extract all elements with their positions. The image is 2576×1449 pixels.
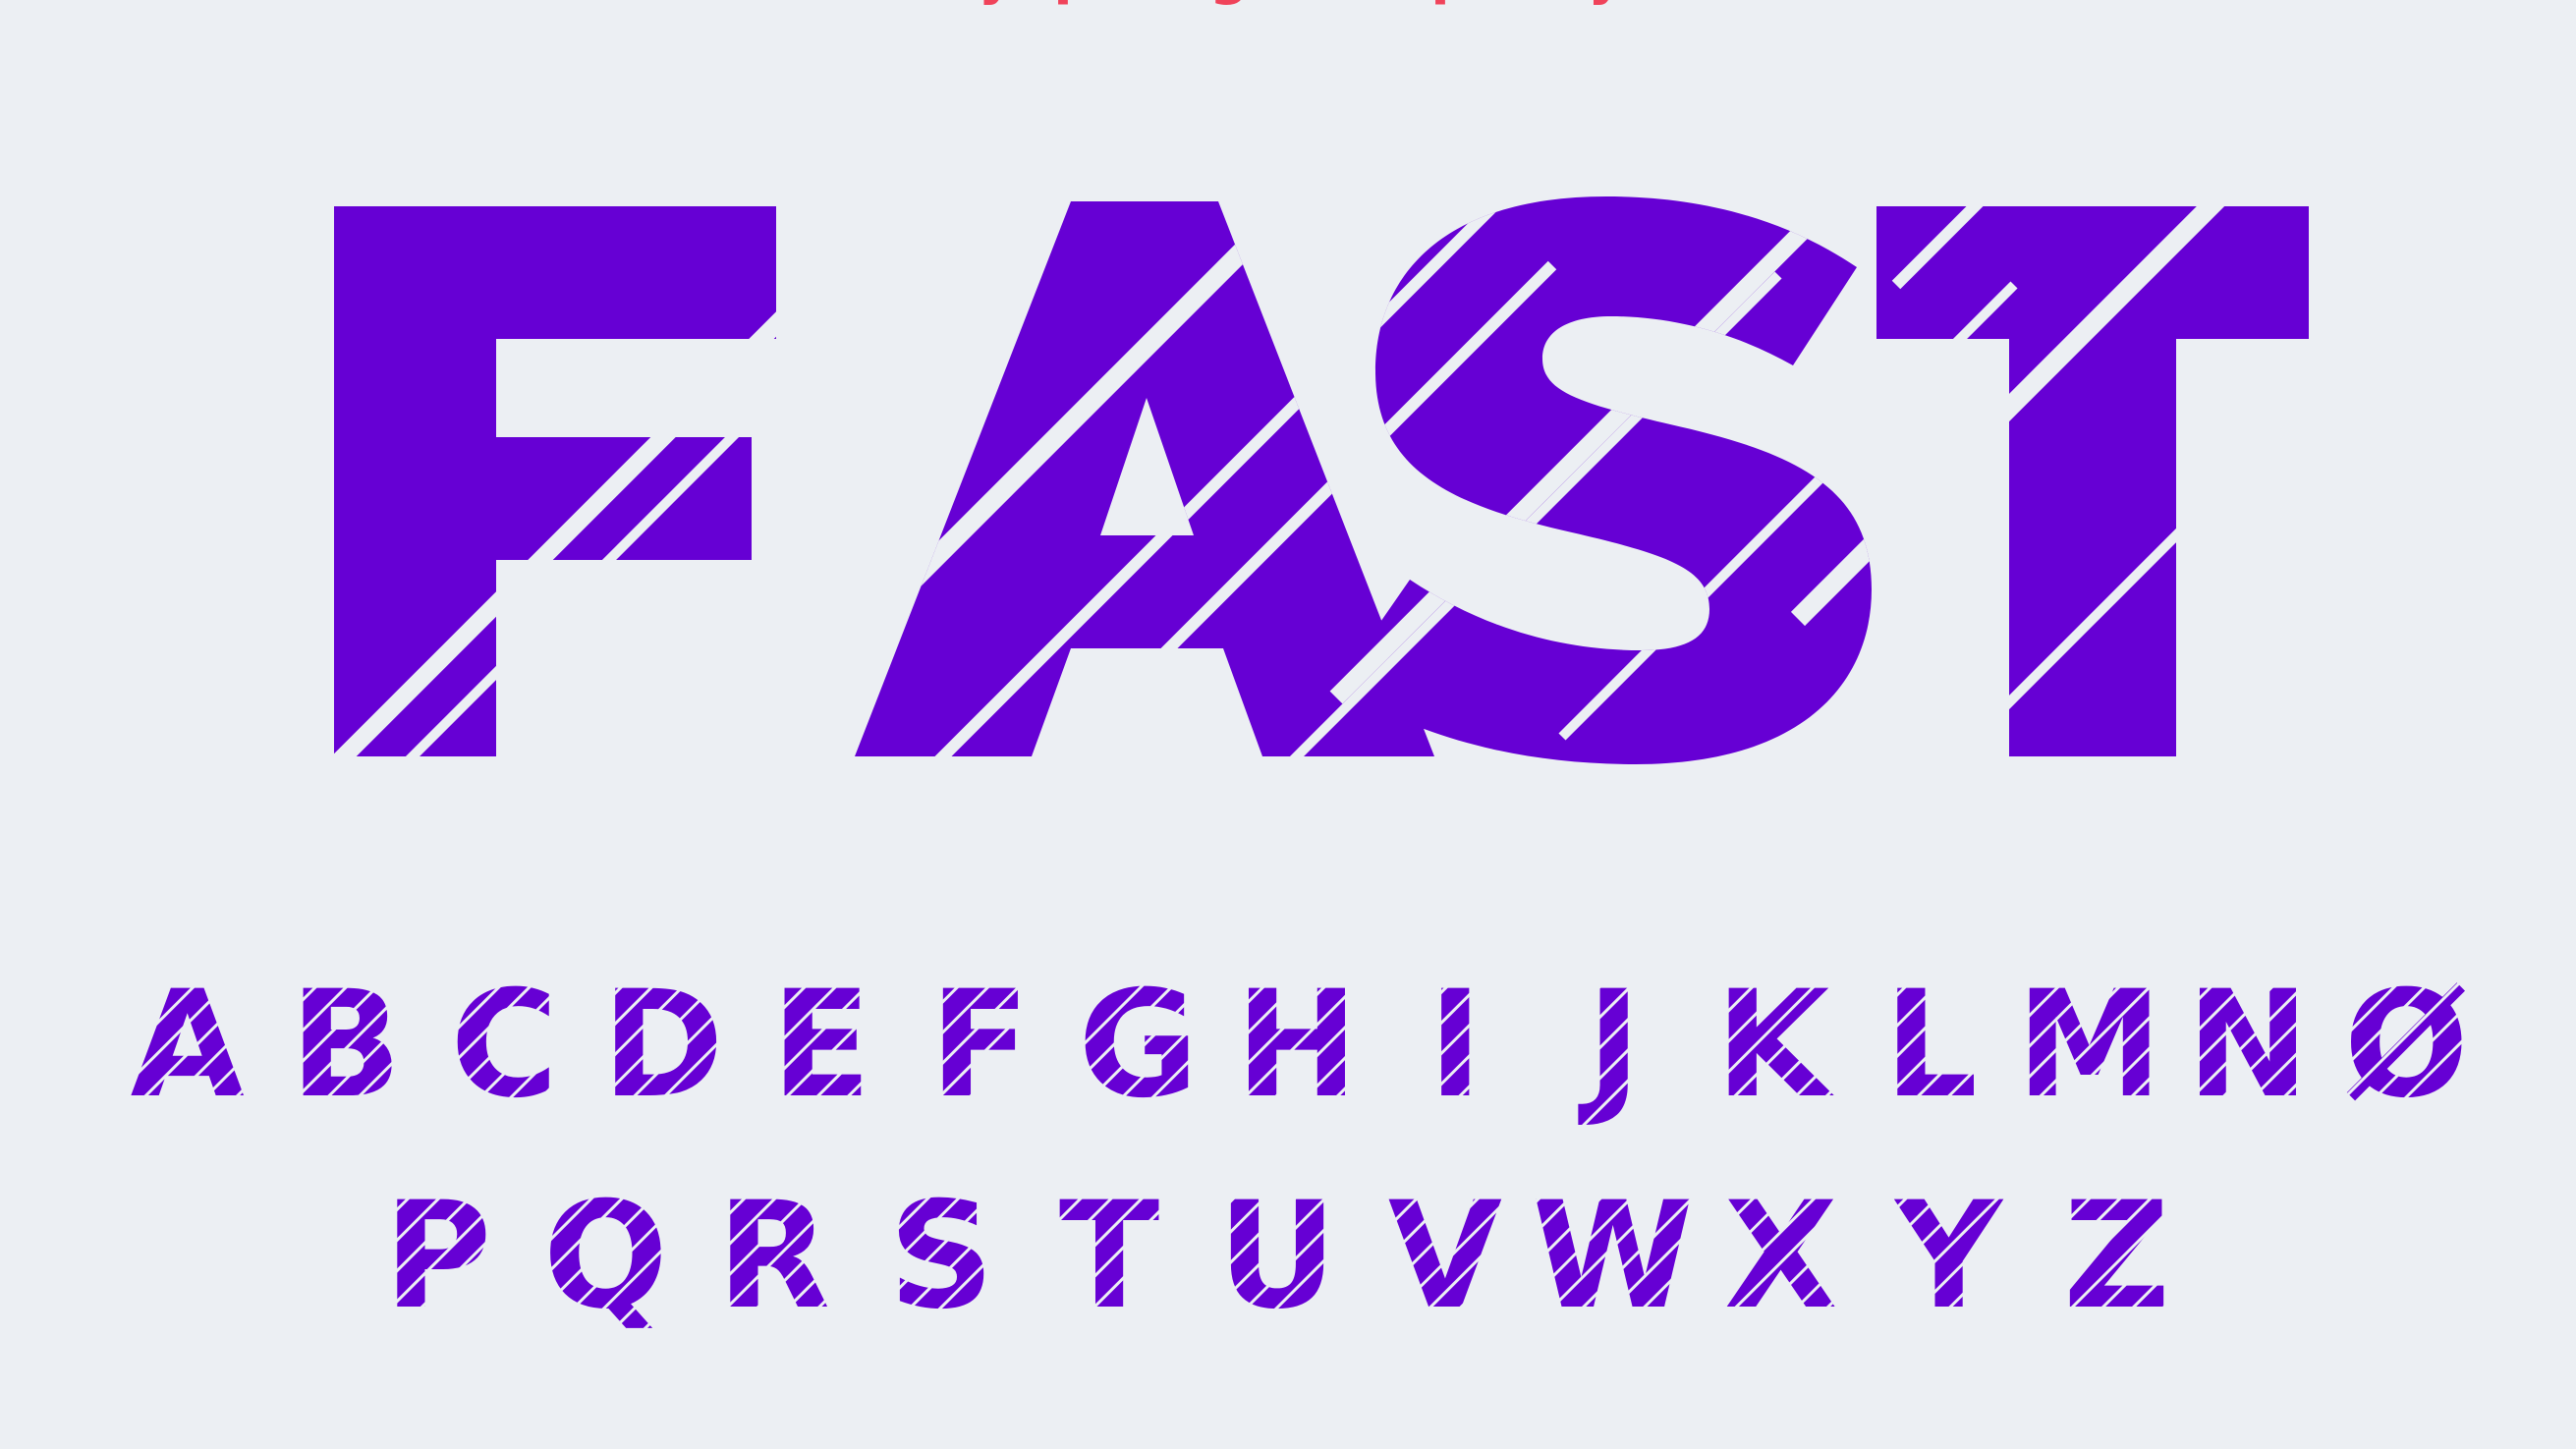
alphabet-glyph: Q bbox=[543, 1171, 669, 1342]
alphabet-glyph: G bbox=[1078, 960, 1199, 1131]
alphabet-glyph: P bbox=[384, 1171, 492, 1342]
alphabet-glyph: Y bbox=[1893, 1171, 2004, 1342]
alphabet-row-1: ABCDEFGHIJKLMNØ bbox=[131, 960, 2469, 1131]
alphabet-glyph: D bbox=[601, 960, 724, 1131]
alphabet-glyph: E bbox=[771, 960, 871, 1131]
alphabet-glyph: A bbox=[131, 960, 245, 1131]
alphabet-glyph: N bbox=[2186, 960, 2310, 1131]
alphabet-glyph: R bbox=[717, 1171, 831, 1342]
alphabet-glyph: I bbox=[1428, 960, 1483, 1131]
alphabet-glyph: V bbox=[1388, 1171, 1502, 1342]
alphabet-glyph: H bbox=[1235, 960, 1359, 1131]
top-caption: typography bbox=[0, 0, 2576, 7]
alphabet-glyph: M bbox=[2016, 960, 2162, 1131]
alphabet-glyph: J bbox=[1578, 960, 1642, 1131]
alphabet-glyph: Z bbox=[2063, 1171, 2170, 1342]
hero-word bbox=[334, 196, 2309, 764]
alphabet-glyph: C bbox=[450, 960, 558, 1131]
alphabet-glyph: U bbox=[1217, 1171, 1337, 1342]
alphabet-glyph: T bbox=[1059, 1171, 1159, 1342]
alphabet-row-2: PQRSTUVWXYZ bbox=[384, 1171, 2170, 1342]
alphabet-glyph: B bbox=[290, 960, 402, 1131]
alphabet-glyph: L bbox=[1884, 960, 1979, 1131]
canvas: typography bbox=[0, 0, 2576, 1449]
alphabet-glyph: K bbox=[1715, 960, 1834, 1131]
alphabet-glyph: F bbox=[929, 960, 1030, 1131]
alphabet-glyph: Ø bbox=[2344, 960, 2470, 1131]
alphabet-glyph: S bbox=[888, 1171, 994, 1342]
alphabet-glyph: X bbox=[1724, 1171, 1838, 1342]
alphabet-glyph: W bbox=[1532, 1171, 1694, 1342]
